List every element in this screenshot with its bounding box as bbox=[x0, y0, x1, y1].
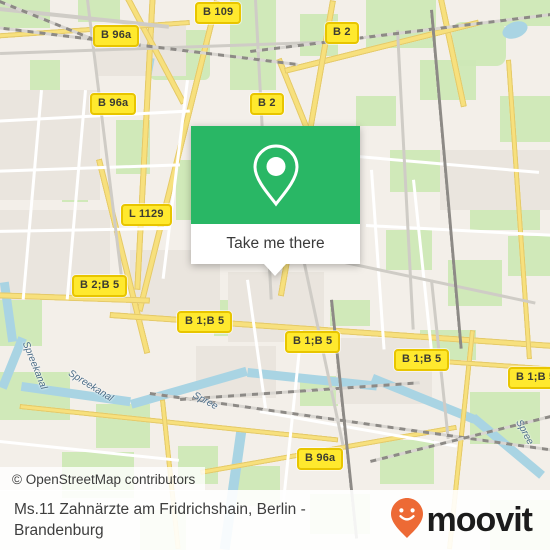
road-shield: B 1;B 5 bbox=[285, 331, 341, 353]
location-callout-card[interactable]: Take me there bbox=[191, 126, 360, 276]
page-title: Ms.11 Zahnärzte am Fridrichshain, Berlin… bbox=[14, 501, 306, 539]
road-shield: B 1;B 5 bbox=[508, 367, 550, 389]
road-shield: L 1129 bbox=[121, 204, 172, 226]
secondary-road bbox=[339, 260, 536, 305]
park-area bbox=[420, 60, 476, 100]
callout-image-area bbox=[191, 126, 360, 224]
attribution-text: © OpenStreetMap contributors bbox=[12, 471, 196, 487]
road-shield: B 109 bbox=[195, 2, 242, 24]
take-me-there-label: Take me there bbox=[226, 235, 325, 252]
road-shield: B 96a bbox=[297, 448, 344, 470]
take-me-there-button[interactable]: Take me there bbox=[191, 224, 360, 264]
road-shield: B 2 bbox=[250, 93, 284, 115]
callout-pointer-tail bbox=[264, 264, 286, 276]
road-shield: B 1;B 5 bbox=[177, 311, 233, 333]
map-attribution[interactable]: © OpenStreetMap contributors bbox=[0, 467, 206, 491]
moovit-map-screenshot: B 109 B 96a B 2 B 2 B 96a L 1129 B 2;B 5 B 1;B … bbox=[0, 0, 550, 550]
footer-bar: Ms.11 Zahnärzte am Fridrichshain, Berlin… bbox=[0, 490, 550, 550]
park-area bbox=[330, 300, 370, 326]
road-shield: B 2;B 5 bbox=[72, 275, 128, 297]
road-shield: B 1;B 5 bbox=[394, 349, 450, 371]
road-shield: B 96a bbox=[93, 25, 140, 47]
moovit-wordmark: moovit bbox=[426, 501, 533, 539]
map-pin-icon bbox=[250, 142, 302, 208]
park-area bbox=[500, 96, 550, 142]
road-shield: B 2 bbox=[325, 22, 359, 44]
park-area bbox=[96, 404, 150, 448]
minor-street bbox=[370, 169, 386, 350]
urban-block bbox=[440, 150, 550, 210]
moovit-logo[interactable]: moovit bbox=[390, 497, 536, 544]
park-area bbox=[356, 96, 396, 126]
road-shield: B 96a bbox=[90, 93, 137, 115]
moovit-pin-smile-icon bbox=[390, 497, 424, 544]
park-area bbox=[508, 236, 550, 276]
